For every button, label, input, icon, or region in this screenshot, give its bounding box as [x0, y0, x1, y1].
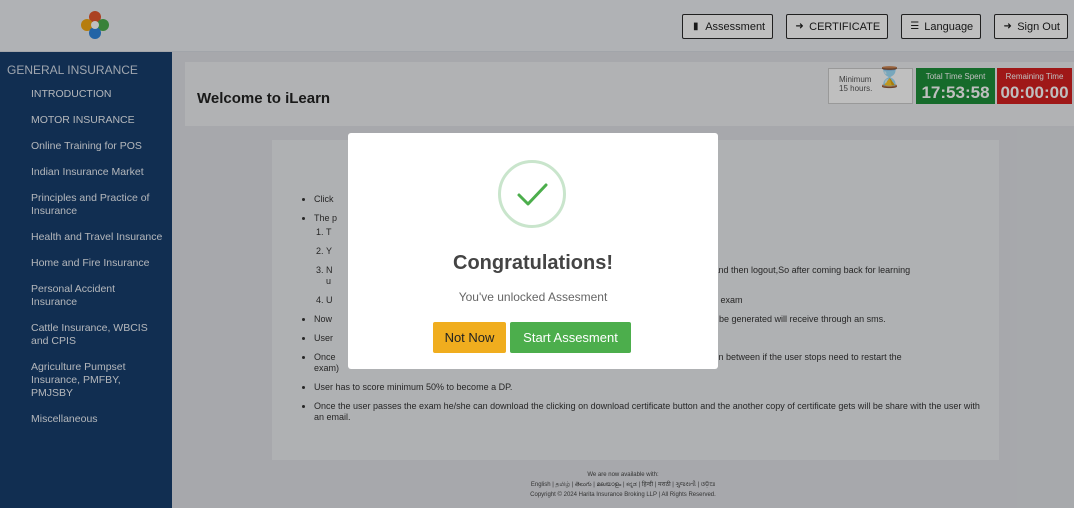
modal-title: Congratulations! [453, 252, 613, 274]
success-check-icon [498, 160, 566, 228]
modal-subtitle: You've unlocked Assesment [458, 290, 608, 304]
checkmark-icon [517, 183, 548, 206]
not-now-button[interactable]: Not Now [433, 322, 506, 353]
congratulations-modal: Congratulations! You've unlocked Assesme… [348, 133, 718, 369]
start-assessment-button[interactable]: Start Assesment [510, 322, 631, 353]
